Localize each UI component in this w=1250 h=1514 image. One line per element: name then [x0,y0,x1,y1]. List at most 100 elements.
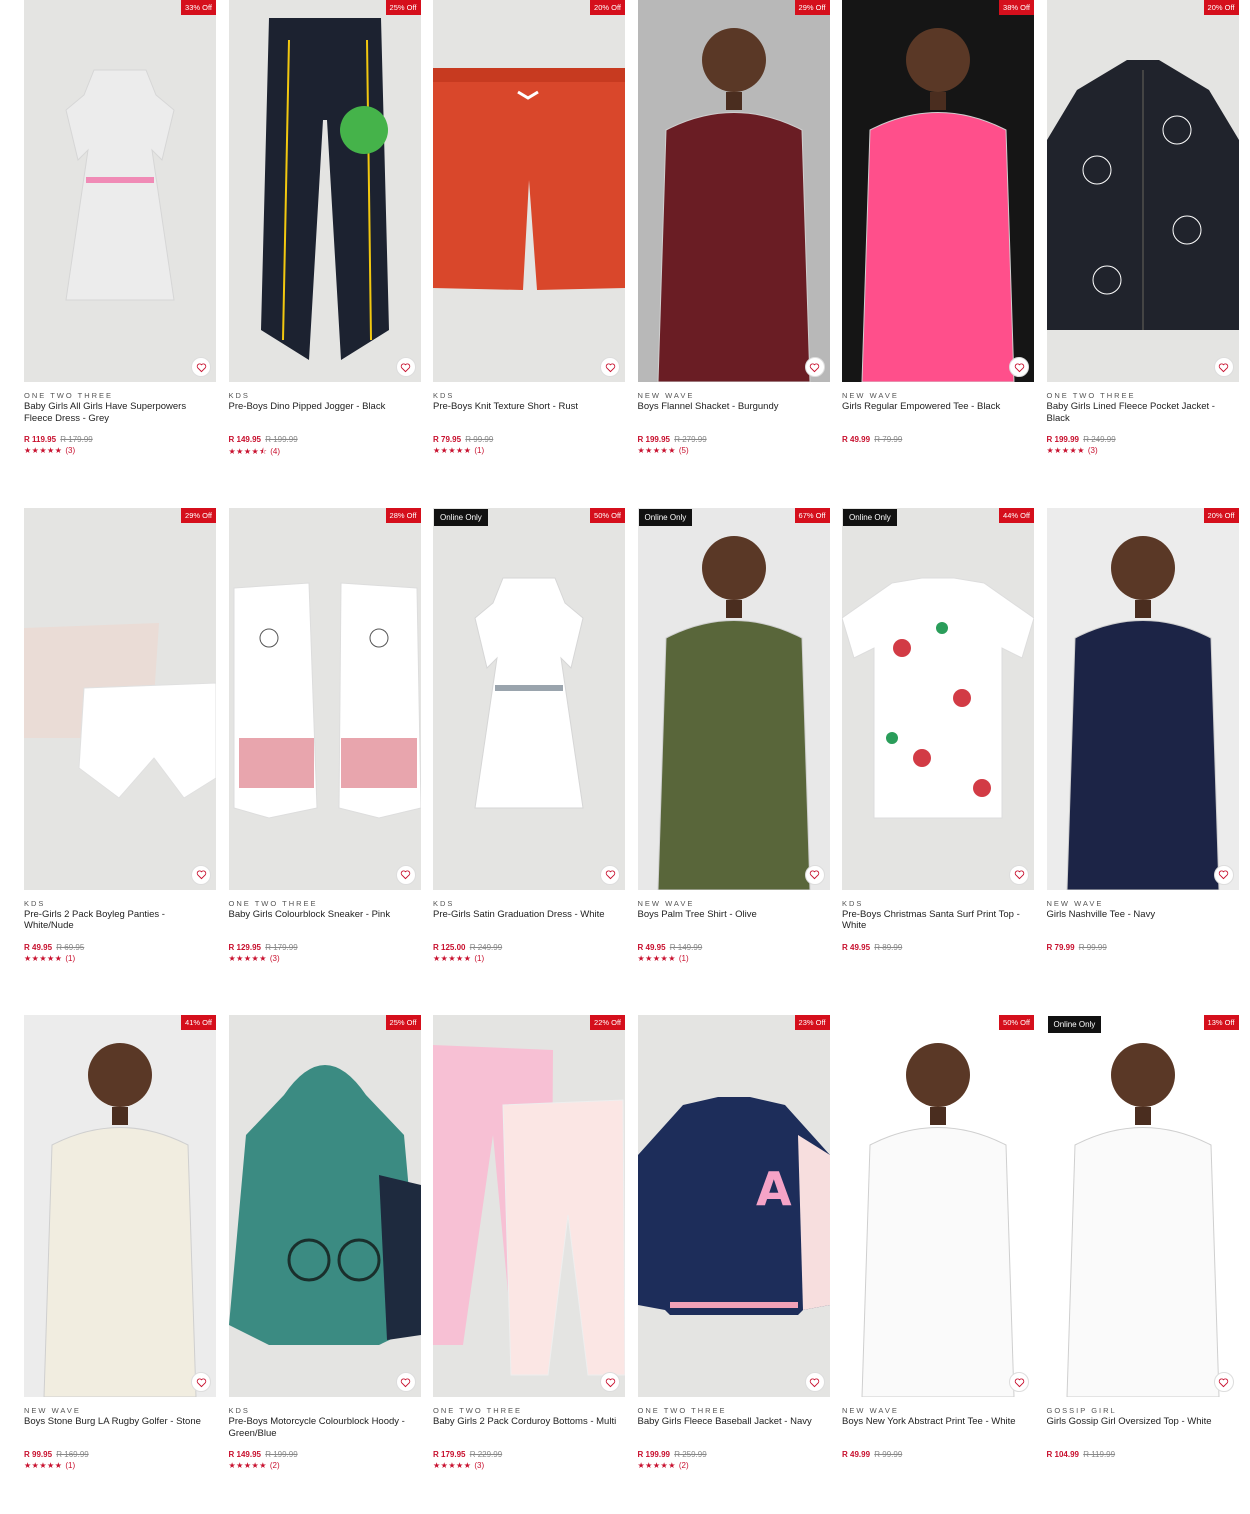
star-rating-icons: ★★★★★ [637,446,676,455]
product-name[interactable]: Pre-Boys Dino Pipped Jogger - Black [229,401,421,413]
wishlist-button[interactable] [600,864,620,885]
product-name[interactable]: Pre-Boys Motorcycle Colourblock Hoody - … [229,1416,421,1439]
product-image[interactable]: 33% Off [24,0,216,382]
product-card[interactable]: 22% Off ONE TWO THREE Baby Girls 2 Pack Co… [433,1015,625,1485]
product-image[interactable]: 28% Off [228,507,421,890]
wishlist-button[interactable] [1213,864,1234,885]
product-name[interactable]: Baby Girls Colourblock Sneaker - Pink [229,909,421,921]
wishlist-button[interactable] [191,864,211,885]
heart-icon [1218,870,1229,880]
current-price: R 79.95 [433,435,462,444]
heart-icon [809,870,820,880]
product-image[interactable]: 22% Off [433,1015,625,1397]
wishlist-button[interactable] [600,357,620,377]
wishlist-button[interactable] [600,1372,620,1392]
product-name[interactable]: Boys New York Abstract Print Tee - White [842,1416,1034,1428]
product-brand: ONE TWO THREE [24,391,114,400]
product-image[interactable]: 20% Off [1046,507,1239,890]
wishlist-button[interactable] [804,357,825,377]
product-image[interactable]: 50% Off Online Only [433,507,625,890]
product-name[interactable]: Baby Girls Fleece Baseball Jacket - Navy [638,1416,830,1428]
product-brand: NEW WAVE [24,1406,81,1415]
product-name[interactable]: Boys Flannel Shacket - Burgundy [638,401,830,413]
product-card[interactable]: 50% Off NEW WAVE Boys New York Abstract Pr… [842,1015,1034,1485]
product-image[interactable]: 38% Off [842,0,1034,382]
product-card[interactable]: 20% Off NEW WAVE Girls Nashville Tee - Nav… [1046,507,1239,978]
product-name[interactable]: Pre-Boys Knit Texture Short - Rust [433,401,625,413]
product-name[interactable]: Girls Nashville Tee - Navy [1047,909,1239,921]
product-card[interactable]: 50% Off Online Only KDS Pre-Girls Satin Gra… [433,507,625,978]
discount-badge: 33% Off [181,0,216,15]
product-image[interactable]: 41% Off [24,1015,216,1397]
product-image[interactable]: 20% Off [1046,0,1239,382]
product-name[interactable]: Baby Girls Lined Fleece Pocket Jacket - … [1047,401,1239,424]
product-card[interactable]: 13% Off Online Only GOSSIP GIRL Girls Gossi… [1046,1015,1239,1485]
wishlist-button[interactable] [395,864,416,885]
heart-icon [196,1378,206,1387]
product-name[interactable]: Baby Girls All Girls Have Superpowers Fl… [24,401,216,424]
product-name[interactable]: Pre-Girls Satin Graduation Dress - White [433,909,625,921]
product-image[interactable]: 50% Off [842,1015,1034,1397]
original-price: R 249.99 [1083,435,1116,444]
product-name[interactable]: Baby Girls 2 Pack Corduroy Bottoms - Mul… [433,1416,625,1428]
product-card[interactable]: 29% Off NEW WAVE Boys Flannel Shacket - Bu… [637,0,830,470]
product-name[interactable]: Boys Stone Burg LA Rugby Golfer - Stone [24,1416,216,1428]
product-name[interactable]: Pre-Girls 2 Pack Boyleg Panties - White/… [24,909,216,932]
product-image-art [637,507,830,890]
product-card[interactable]: 29% Off KDS Pre-Girls 2 Pack Boyleg Pantie… [24,507,216,978]
heart-icon [1014,870,1024,880]
heart-icon [605,363,615,372]
wishlist-button[interactable] [395,1372,416,1392]
product-image[interactable]: A 23% Off [637,1015,830,1397]
current-price: R 99.95 [24,1450,53,1459]
wishlist-button[interactable] [804,864,825,885]
product-image[interactable]: 44% Off Online Only [842,507,1034,890]
star-rating-icons: ★★★★★ [1046,446,1085,455]
wishlist-button[interactable] [191,1372,211,1392]
product-brand: ONE TWO THREE [637,1406,727,1415]
wishlist-button[interactable] [1009,1372,1029,1392]
product-image[interactable]: 29% Off [24,507,216,890]
product-card[interactable]: 25% Off KDS Pre-Boys Motorcycle Colourbloc… [228,1015,421,1485]
product-name[interactable]: Boys Palm Tree Shirt - Olive [638,909,830,921]
product-card[interactable]: 38% Off NEW WAVE Girls Regular Empowered T… [842,0,1034,470]
review-count: (1) [65,1461,76,1470]
online-only-badge: Online Only [1047,1016,1102,1033]
wishlist-button[interactable] [1009,357,1029,377]
product-image[interactable]: 25% Off [228,0,421,382]
product-card[interactable]: 20% Off KDS Pre-Boys Knit Texture Short - … [433,0,625,470]
product-image[interactable]: 25% Off [228,1015,421,1397]
wishlist-button[interactable] [1213,357,1234,377]
review-count: (1) [474,953,485,963]
original-price: R 169.99 [56,1450,89,1459]
product-image[interactable]: 20% Off [433,0,625,382]
current-price: R 129.95 [228,942,261,952]
product-card[interactable]: 41% Off NEW WAVE Boys Stone Burg LA Rugby … [24,1015,216,1485]
product-image-art [1046,1015,1239,1397]
product-image[interactable]: 67% Off Online Only [637,507,830,890]
discount-badge: 28% Off [385,507,421,523]
product-price: R 79.95 R 99.99 [433,435,493,444]
product-card[interactable]: A 23% Off ONE TWO THREE Baby Girls Fleece B… [637,1015,830,1485]
product-card[interactable]: 20% Off ONE TWO THREE Baby Girls Lined Fle… [1046,0,1239,470]
product-image[interactable]: 13% Off Online Only [1046,1015,1239,1397]
product-card[interactable]: 33% Off ONE TWO THREE Baby Girls All Girls… [24,0,216,470]
product-name[interactable]: Girls Regular Empowered Tee - Black [842,401,1034,413]
product-name[interactable]: Pre-Boys Christmas Santa Surf Print Top … [842,909,1034,932]
wishlist-button[interactable] [804,1372,825,1392]
wishlist-button[interactable] [191,357,211,377]
product-card[interactable]: 25% Off KDS Pre-Boys Dino Pipped Jogger - … [228,0,421,470]
discount-badge: 38% Off [999,0,1034,15]
wishlist-button[interactable] [1009,864,1029,885]
product-card[interactable]: 67% Off Online Only NEW WAVE Boys Palm Tree… [637,507,830,978]
wishlist-button[interactable] [1213,1372,1234,1392]
product-image[interactable]: 29% Off [637,0,830,382]
product-card[interactable]: 28% Off ONE TWO THREE Baby Girls Colourblo… [228,507,421,978]
rating: ★★★★★ (1) [638,954,689,963]
star-rating-icons: ★★★★★ [433,1461,472,1470]
product-card[interactable]: 44% Off Online Only KDS Pre-Boys Christmas … [842,507,1034,978]
wishlist-button[interactable] [395,357,416,377]
original-price: R 99.99 [1078,942,1107,952]
product-name[interactable]: Girls Gossip Girl Oversized Top - White [1047,1416,1239,1428]
product-image-art [24,622,216,799]
